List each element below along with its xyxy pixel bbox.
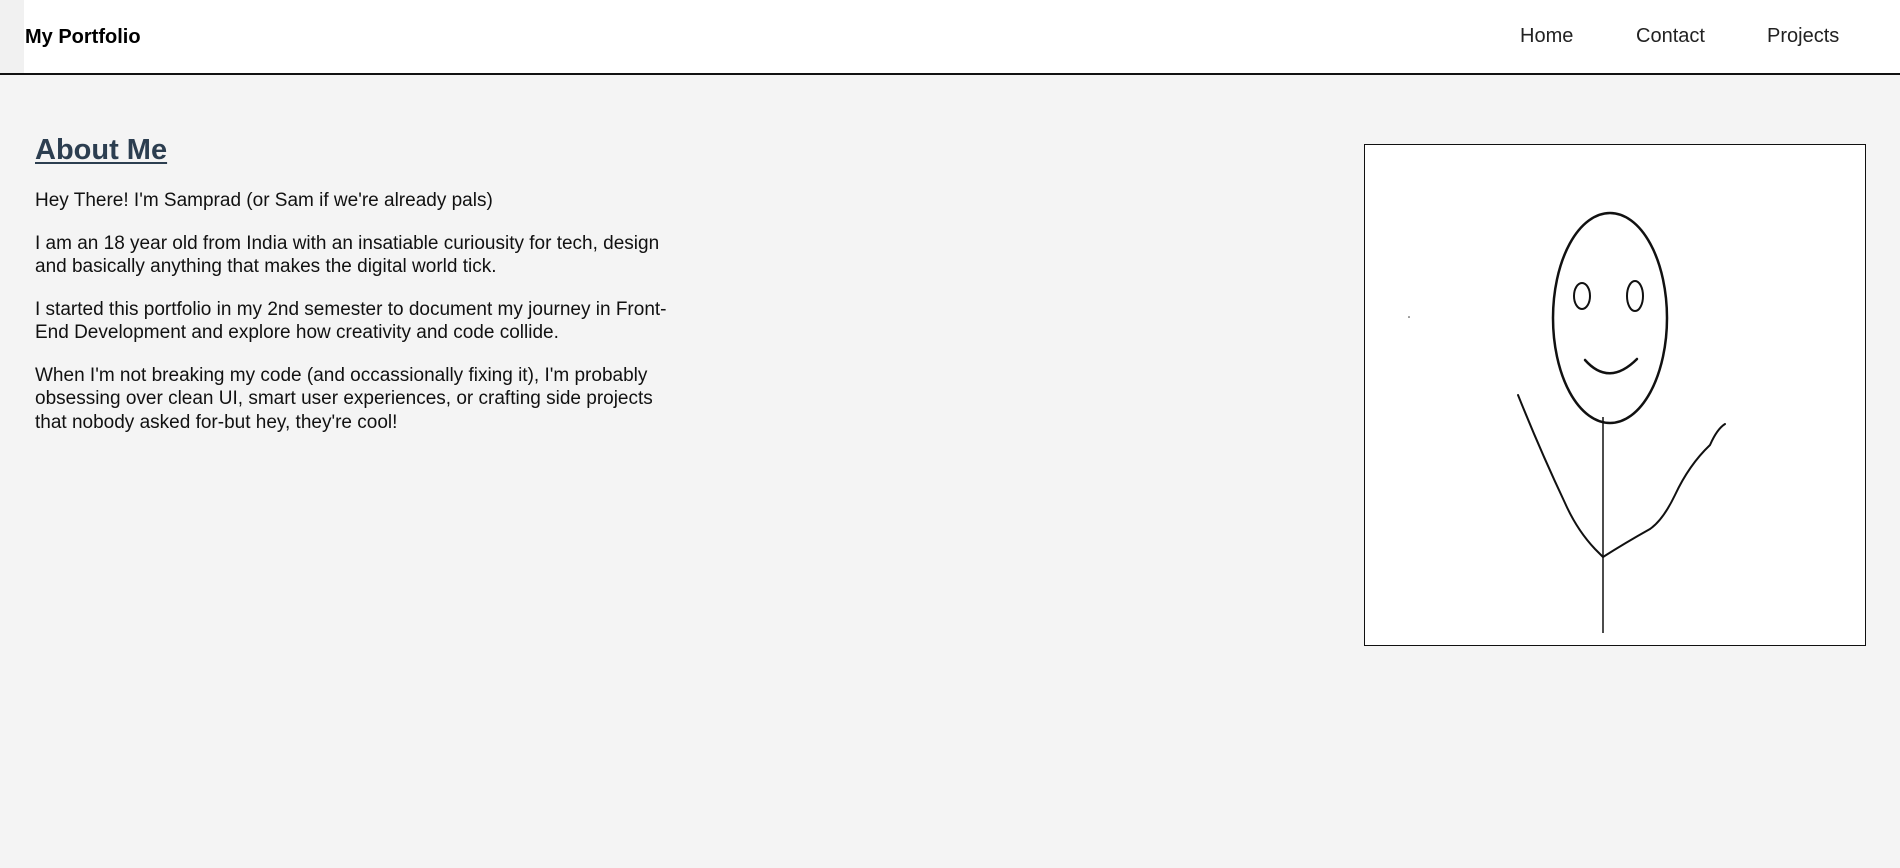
about-paragraph-4: When I'm not breaking my code (and occas… [35,364,653,433]
nav-contact-link[interactable]: Contact [1636,25,1705,53]
nav-projects-link[interactable]: Projects [1767,25,1839,53]
brand-logo-text[interactable]: My Portfolio [25,26,141,49]
about-title: About Me [35,134,168,166]
about-paragraph-2: I am an 18 year old from India with an i… [35,232,660,278]
site-header: My Portfolio Home Contact Projects [0,0,1900,75]
profile-drawing [1364,144,1866,646]
about-section: About Me Hey There! I'm Samprad (or Sam … [35,134,675,453]
about-paragraph-1: Hey There! I'm Samprad (or Sam if we're … [35,190,493,211]
header-edge-strip [0,0,24,73]
nav-home-link[interactable]: Home [1520,25,1573,53]
stick-figure-icon [1408,211,1726,633]
about-paragraph-3: I started this portfolio in my 2nd semes… [35,298,667,344]
